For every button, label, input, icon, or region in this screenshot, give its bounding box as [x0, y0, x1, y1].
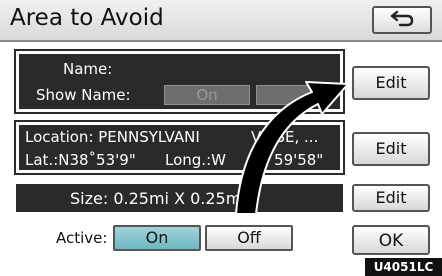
show-name-label: Show Name: [36, 86, 131, 104]
size-text: Size: 0.25mi X 0.25mi [70, 189, 246, 208]
active-on-button[interactable]: On [113, 225, 201, 251]
name-label: Name: [63, 60, 113, 78]
active-off-button[interactable]: Off [205, 225, 293, 251]
longitude-value: 6˚59'58" [257, 151, 324, 169]
latitude-text: Lat.:N38˚53'9" [25, 151, 136, 169]
area-to-avoid-screen: Area to Avoid Name: Show Name: On Locati… [0, 0, 442, 276]
return-arrow-icon [389, 9, 415, 31]
back-button[interactable] [372, 6, 432, 34]
show-name-on-toggle[interactable]: On [164, 85, 250, 105]
location-panel: Location: PENNSYLVANI VE SE, ... Lat.:N3… [14, 120, 345, 175]
size-panel: Size: 0.25mi X 0.25mi [16, 184, 343, 212]
figure-code: U4051LC [365, 258, 442, 276]
location-text-tail: VE SE, ... [251, 128, 319, 146]
page-title: Area to Avoid [10, 5, 164, 31]
edit-size-button[interactable]: Edit [352, 184, 430, 212]
show-name-off-toggle[interactable] [256, 85, 316, 105]
longitude-label: Long.:W [165, 151, 226, 169]
edit-name-button[interactable]: Edit [352, 66, 430, 100]
ok-button[interactable]: OK [352, 225, 430, 255]
name-panel: Name: Show Name: On [14, 49, 345, 114]
location-text: Location: PENNSYLVANI [25, 128, 200, 146]
title-bar: Area to Avoid [0, 0, 442, 42]
active-label: Active: [56, 229, 108, 247]
edit-location-button[interactable]: Edit [352, 132, 430, 166]
